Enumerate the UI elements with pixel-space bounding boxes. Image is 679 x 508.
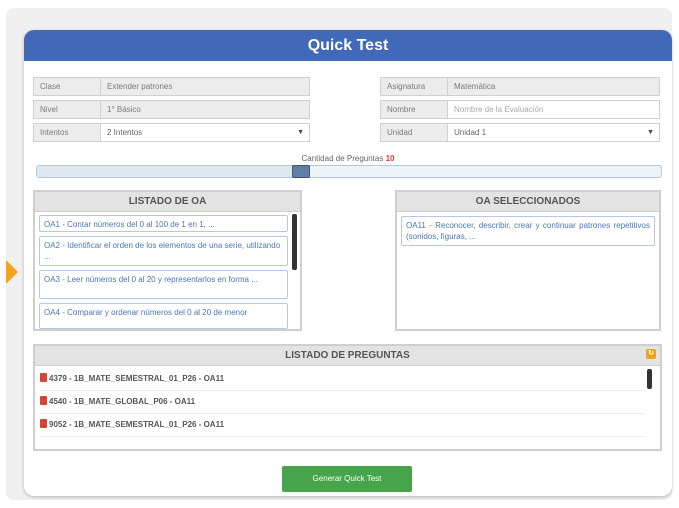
unidad-value: Unidad 1 [454,128,487,137]
pdf-icon [40,373,47,382]
unidad-label: Unidad [380,123,448,142]
listado-oa-title: LISTADO DE OA [35,192,300,212]
question-row[interactable]: 9052 - 1B_MATE_SEMESTRAL_01_P26 - OA11 [40,414,645,437]
intentos-value: 2 Intentos [107,128,143,137]
asignatura-field: Matemática [447,77,660,96]
nivel-field: 1° Básico [100,100,310,119]
oa-list-item[interactable]: OA2 - Identificar el orden de los elemen… [39,236,288,266]
oa-list-item[interactable]: OA4 - Comparar y ordenar números del 0 a… [39,303,288,329]
question-count-value: 10 [385,154,395,163]
page-title: Quick Test [24,30,672,61]
question-row[interactable]: 4540 - 1B_MATE_GLOBAL_P06 - OA11 [40,391,645,414]
selected-oa-item[interactable]: OA11 - Reconocer, describir, crear y con… [401,216,655,246]
oa-list-item[interactable]: OA1 - Contar números del 0 al 100 de 1 e… [39,215,288,232]
chevron-down-icon: ▼ [297,129,304,136]
oa-seleccionados-title: OA SELECCIONADOS [397,192,659,212]
quick-test-card: Quick Test Clase Extender patrones Nivel… [24,30,672,496]
slider-handle[interactable] [292,165,310,178]
clase-field: Extender patrones [100,77,310,96]
listado-preguntas-panel: LISTADO DE PREGUNTAS ↻ 4379 - 1B_MATE_SE… [33,344,662,451]
oa-list-item[interactable]: OA3 - Leer números del 0 al 20 y represe… [39,270,288,299]
listado-preguntas-title: LISTADO DE PREGUNTAS ↻ [35,346,660,366]
oa-seleccionados-panel: OA SELECCIONADOS OA11 - Reconocer, descr… [395,190,661,331]
refresh-icon[interactable]: ↻ [646,349,656,359]
question-count-label: Cantidad de Preguntas 10 [301,154,395,163]
pdf-icon [40,419,47,428]
intentos-select[interactable]: 2 Intentos ▼ [100,123,310,142]
listado-oa-panel: LISTADO DE OA OA1 - Contar números del 0… [33,190,302,331]
generate-quick-test-button[interactable]: Generar Quick Test [282,466,412,492]
nivel-label: Nivel [33,100,101,119]
nombre-input[interactable]: Nombre de la Evaluación [447,100,660,119]
asignatura-label: Asignatura [380,77,448,96]
nombre-label: Nombre [380,100,448,119]
question-count-slider[interactable] [36,165,662,178]
slider-track-fill [37,166,301,177]
question-row[interactable]: 4379 - 1B_MATE_SEMESTRAL_01_P26 - OA11 [40,368,645,391]
oa-list-scrollbar[interactable] [292,214,297,270]
pointer-arrow-icon [6,260,18,284]
chevron-down-icon: ▼ [647,129,654,136]
questions-scrollbar[interactable] [647,369,652,389]
unidad-select[interactable]: Unidad 1 ▼ [447,123,660,142]
intentos-label: Intentos [33,123,101,142]
clase-label: Clase [33,77,101,96]
pdf-icon [40,396,47,405]
